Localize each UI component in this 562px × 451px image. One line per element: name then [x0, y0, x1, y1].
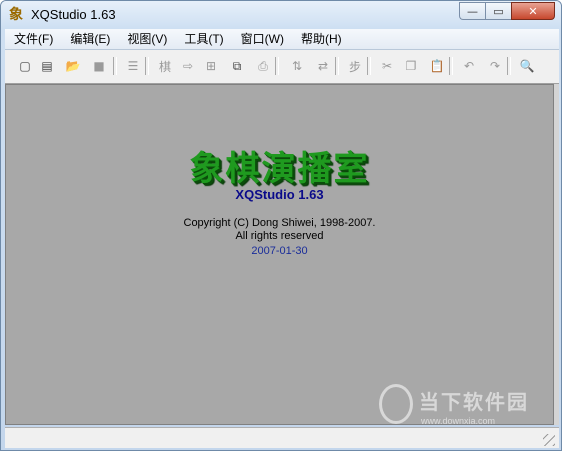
- close-button[interactable]: ✕: [511, 2, 555, 20]
- page-next-button[interactable]: ↷: [485, 56, 505, 76]
- app-window: 象 XQStudio 1.63 — ▭ ✕ 文件(F) 编辑(E) 视图(V) …: [0, 0, 562, 451]
- swap-vertical-button[interactable]: ⇅: [287, 56, 307, 76]
- app-icon[interactable]: 象: [7, 6, 25, 24]
- minimize-icon: —: [467, 4, 478, 18]
- preview-button[interactable]: 🔍: [517, 56, 537, 76]
- splash-chinese-title: 象棋演播室: [189, 149, 370, 189]
- toolbar-separator: [145, 57, 149, 75]
- window-title: XQStudio 1.63: [31, 7, 116, 22]
- open-folder-icon: 📂: [65, 59, 81, 73]
- splash-date: 2007-01-30: [251, 245, 308, 257]
- page-next-icon: ↷: [489, 59, 501, 73]
- paste-icon: 📋: [429, 59, 445, 73]
- copy-board-icon: ⧉: [232, 58, 242, 73]
- properties-icon: ☰: [127, 59, 139, 73]
- open-board-icon: ⊞: [205, 59, 217, 73]
- toolbar-separator: [113, 57, 117, 75]
- vertical-scroll-track[interactable]: [554, 84, 559, 425]
- board-icon: 棋: [158, 59, 171, 74]
- menu-bar: 文件(F) 编辑(E) 视图(V) 工具(T) 窗口(W) 帮助(H): [5, 29, 559, 50]
- cut-button[interactable]: ✂: [377, 56, 397, 76]
- splash-rights: All rights reserved: [235, 230, 324, 242]
- page-prev-icon: ↶: [463, 59, 475, 73]
- page-prev-button[interactable]: ↶: [459, 56, 479, 76]
- open-board-button[interactable]: ⊞: [201, 56, 221, 76]
- new-file-icon: ▢: [19, 59, 31, 73]
- title-bar[interactable]: 象 XQStudio 1.63 — ▭ ✕: [1, 1, 561, 29]
- main-client-area: 象棋演播室 XQStudio 1.63 Copyright (C) Dong S…: [5, 84, 554, 425]
- open-folder-button[interactable]: 📂: [63, 56, 83, 76]
- copy-icon: ❐: [405, 59, 417, 73]
- close-icon: ✕: [528, 4, 538, 18]
- swap-horizontal-icon: ⇄: [317, 59, 329, 73]
- preview-icon: 🔍: [519, 59, 535, 73]
- splash-version: XQStudio 1.63: [235, 187, 324, 202]
- properties-button[interactable]: ☰: [123, 56, 143, 76]
- toolbar-separator: [367, 57, 371, 75]
- swap-horizontal-button[interactable]: ⇄: [313, 56, 333, 76]
- toolbar-separator: [335, 57, 339, 75]
- menu-window[interactable]: 窗口(W): [232, 29, 292, 49]
- export-button[interactable]: ⇨: [178, 56, 198, 76]
- caption-buttons: — ▭ ✕: [459, 2, 555, 22]
- splash-copyright: Copyright (C) Dong Shiwei, 1998-2007.: [183, 217, 376, 229]
- export-icon: ⇨: [182, 59, 194, 73]
- menu-edit[interactable]: 编辑(E): [61, 29, 118, 49]
- maximize-icon: ▭: [493, 4, 504, 18]
- save-icon: ■: [93, 59, 105, 73]
- status-bar: [5, 427, 559, 448]
- copy-board-button[interactable]: ⧉: [227, 56, 247, 76]
- toolbar-separator: [275, 57, 279, 75]
- swap-vertical-icon: ⇅: [291, 59, 303, 73]
- print-button[interactable]: ⎙: [253, 56, 273, 76]
- toolbar-separator: [507, 57, 511, 75]
- resize-grip-icon[interactable]: [543, 434, 555, 446]
- move-step-icon: 步: [348, 59, 361, 74]
- print-icon: ⎙: [258, 58, 268, 73]
- new-template-icon: ▤: [41, 59, 53, 73]
- copy-button[interactable]: ❐: [401, 56, 421, 76]
- maximize-button[interactable]: ▭: [485, 2, 511, 20]
- toolbar: ▢ ▤ 📂 ■ ☰ 棋 ⇨ ⊞ ⧉ ⎙ ⇅ ⇄ 步 ✂ ❐ 📋 ↶ ↷ 🔍: [5, 50, 559, 84]
- menu-help[interactable]: 帮助(H): [292, 29, 350, 49]
- toolbar-separator: [449, 57, 453, 75]
- move-step-button[interactable]: 步: [345, 56, 365, 76]
- minimize-button[interactable]: —: [459, 2, 485, 20]
- board-button[interactable]: 棋: [155, 56, 175, 76]
- cut-icon: ✂: [381, 59, 393, 73]
- menu-file[interactable]: 文件(F): [5, 29, 61, 49]
- paste-button[interactable]: 📋: [427, 56, 447, 76]
- new-template-button[interactable]: ▤: [37, 56, 57, 76]
- save-button[interactable]: ■: [89, 56, 109, 76]
- menu-tools[interactable]: 工具(T): [175, 29, 231, 49]
- menu-view[interactable]: 视图(V): [118, 29, 175, 49]
- new-file-button[interactable]: ▢: [15, 56, 35, 76]
